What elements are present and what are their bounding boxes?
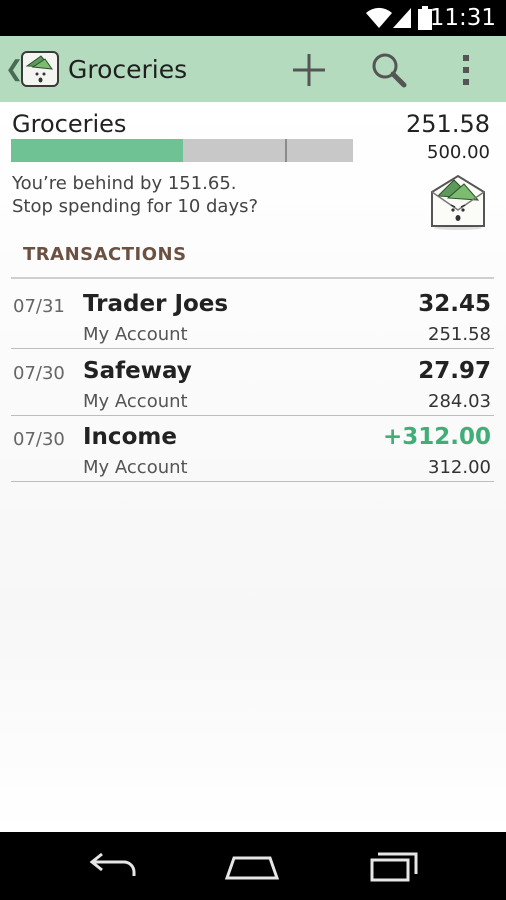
transaction-payee: Trader Joes bbox=[83, 291, 229, 317]
transaction-payee: Safeway bbox=[83, 358, 192, 384]
back-icon[interactable] bbox=[82, 848, 142, 884]
signal-icon bbox=[393, 8, 411, 28]
transaction-account: My Account bbox=[83, 324, 188, 345]
section-header-transactions: TRANSACTIONS bbox=[23, 244, 187, 265]
app-logo-icon[interactable] bbox=[19, 49, 61, 89]
clock: 11:31 bbox=[429, 5, 496, 31]
page-title: Groceries bbox=[68, 55, 188, 84]
transaction-balance: 312.00 bbox=[428, 457, 491, 478]
envelope-mascot-icon bbox=[431, 174, 485, 230]
transaction-row[interactable]: 07/30 Safeway My Account 27.97 284.03 bbox=[11, 349, 494, 416]
progress-fill bbox=[11, 139, 183, 162]
home-icon[interactable] bbox=[222, 848, 282, 884]
section-divider bbox=[11, 277, 494, 279]
transaction-balance: 251.58 bbox=[428, 324, 491, 345]
transaction-date: 07/30 bbox=[13, 363, 65, 384]
content-area: Groceries 251.58 500.00 You’re behind by… bbox=[0, 102, 506, 832]
wifi-icon bbox=[366, 7, 392, 29]
transaction-date: 07/31 bbox=[13, 296, 65, 317]
transaction-account: My Account bbox=[83, 457, 188, 478]
transaction-row[interactable]: 07/31 Trader Joes My Account 32.45 251.5… bbox=[11, 282, 494, 349]
add-icon[interactable] bbox=[289, 50, 329, 90]
budget-total-amount: 500.00 bbox=[427, 142, 490, 163]
transaction-account: My Account bbox=[83, 391, 188, 412]
suggestion-message: Stop spending for 10 days? bbox=[12, 196, 259, 217]
recents-icon[interactable] bbox=[364, 848, 424, 884]
budget-name: Groceries bbox=[12, 110, 127, 138]
budget-progress-bar bbox=[11, 139, 353, 162]
transaction-date: 07/30 bbox=[13, 429, 65, 450]
transaction-payee: Income bbox=[83, 424, 177, 450]
transaction-amount: 27.97 bbox=[418, 358, 491, 384]
transaction-amount: 32.45 bbox=[418, 291, 491, 317]
transaction-balance: 284.03 bbox=[428, 391, 491, 412]
system-navigation-bar bbox=[0, 832, 506, 900]
overflow-menu-icon[interactable] bbox=[446, 50, 486, 90]
action-bar: ❮ Groceries bbox=[0, 36, 506, 102]
time-elapsed-marker bbox=[285, 139, 287, 162]
budget-spent-amount: 251.58 bbox=[406, 110, 490, 138]
search-icon[interactable] bbox=[369, 50, 409, 90]
status-bar: 11:31 bbox=[0, 0, 506, 36]
budget-status-message: You’re behind by 151.65. Stop spending f… bbox=[12, 172, 258, 218]
transaction-row[interactable]: 07/30 Income My Account +312.00 312.00 bbox=[11, 415, 494, 482]
transaction-amount-income: +312.00 bbox=[382, 424, 491, 450]
behind-message: You’re behind by 151.65. bbox=[12, 173, 237, 194]
